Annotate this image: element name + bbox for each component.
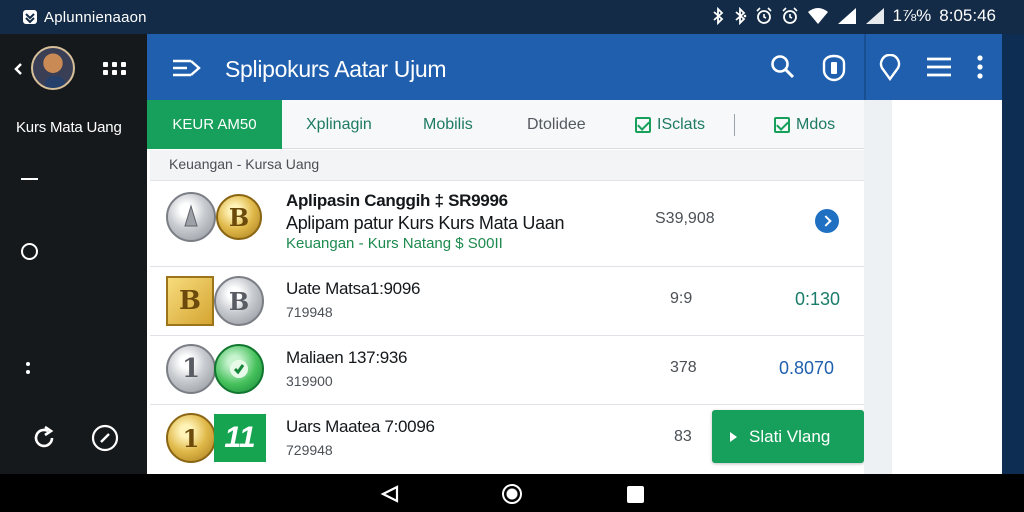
circle-icon[interactable] (21, 243, 38, 260)
dots-icon[interactable] (26, 362, 30, 374)
item-amount: 378 (670, 359, 697, 376)
alarm-icon (781, 7, 798, 24)
dash-icon[interactable] (21, 178, 38, 180)
main-content: KEUR AM50 Xplinagin Mobilis Dtolidee ISc… (147, 100, 864, 474)
breadcrumb: Keuangan - Kursa Uang (150, 150, 864, 181)
item-subtitle: Aplipam patur Kurs Kurs Mata Uaan (286, 213, 565, 233)
tab-label: KEUR AM50 (172, 116, 257, 133)
primary-action-button[interactable]: Slati Vlang (712, 410, 864, 463)
item-code: 719948 (286, 304, 333, 320)
search-icon[interactable] (770, 54, 796, 80)
left-panel: Kurs Mata Uang (0, 34, 147, 474)
status-app-title: Aplunnienaaon (44, 9, 147, 26)
location-pin-icon[interactable] (878, 54, 902, 82)
item-title: Aplipasin Canggih ‡ SR9996 (286, 191, 508, 210)
tab-label: Mdos (796, 115, 836, 133)
more-vert-icon[interactable] (976, 55, 984, 79)
list-item[interactable]: B Aplipasin Canggih ‡ SR9996 Aplipam pat… (150, 181, 864, 267)
tab-dtolidee[interactable]: Dtolidee (527, 100, 586, 149)
grid-icon[interactable] (103, 62, 126, 76)
nav-home-icon[interactable] (502, 484, 522, 504)
menu-arrow-icon[interactable] (171, 56, 201, 80)
app-icon (23, 10, 37, 24)
signal-icon (837, 8, 856, 24)
clock: 8:05:46 (939, 6, 996, 25)
bluetooth-icon (712, 7, 723, 25)
item-rate: 0.8070 (779, 358, 835, 378)
wifi-icon (807, 8, 828, 24)
status-bar: Aplunnienaaon 1⅞% 8:05:46 (0, 0, 1024, 34)
tab-xplinagin[interactable]: Xplinagin (306, 100, 372, 149)
signal-icon (865, 8, 884, 24)
item-amount: 9:9 (670, 290, 693, 307)
nav-back-icon[interactable] (380, 485, 400, 503)
item-amount: S39,908 (655, 210, 715, 227)
tab-mobilis[interactable]: Mobilis (423, 100, 473, 149)
compass-icon[interactable] (91, 424, 119, 452)
tab-label: ISclats (657, 115, 706, 133)
app-bar-divider (864, 34, 866, 100)
tab-bar: KEUR AM50 Xplinagin Mobilis Dtolidee ISc… (147, 100, 864, 149)
gold-bill-icon: B (166, 276, 214, 326)
app-bar-title: Splipokurs Aatar Ujum (225, 56, 447, 82)
item-title: Uars Maatea 7:0096 (286, 417, 435, 436)
hamburger-menu-icon[interactable] (926, 56, 952, 78)
battery-level: 1⅞% (892, 6, 932, 25)
app-bar: Splipokurs Aatar Ujum (147, 34, 1002, 100)
list-item[interactable]: 1 Maliaen 137:936 319900 378 0.8070 (150, 336, 864, 405)
gold-coin-icon: B (216, 194, 262, 240)
chevron-right-icon[interactable] (815, 209, 839, 233)
bluetooth-alt-icon (734, 7, 746, 25)
item-amount: 83 (674, 428, 692, 445)
silver-coin-icon (166, 192, 216, 242)
item-category: Keuangan - Kurs Natang $ S00II (286, 235, 503, 252)
right-panel (892, 100, 1002, 474)
avatar[interactable] (31, 46, 75, 90)
item-title: Uate Matsa1:9096 (286, 279, 421, 298)
left-panel-title: Kurs Mata Uang (16, 119, 122, 136)
list-item[interactable]: B B Uate Matsa1:9096 719948 9:9 0:130 (150, 267, 864, 336)
nav-recents-icon[interactable] (627, 486, 644, 503)
alarm-icon (755, 7, 772, 24)
silver-coin-icon: 1 (166, 344, 216, 394)
tab-mdos[interactable]: Mdos (774, 100, 835, 149)
tab-keur-am50[interactable]: KEUR AM50 (147, 100, 282, 149)
tab-divider (734, 114, 735, 136)
item-code: 319900 (286, 373, 333, 389)
item-rate: 0:130 (795, 289, 841, 309)
gold-coin-icon: 1 (166, 413, 216, 463)
screen: Aplunnienaaon 1⅞% 8:05:46 Kurs Mata Uang (0, 0, 1024, 512)
item-code: 729948 (286, 442, 333, 458)
tab-label: Mobilis (423, 115, 473, 133)
checkbox-icon[interactable] (635, 116, 651, 133)
silver-coin-icon: B (214, 276, 264, 326)
tab-isclats[interactable]: ISclats (635, 100, 705, 149)
right-edge (1002, 34, 1024, 474)
play-icon (730, 431, 737, 442)
back-icon[interactable] (12, 62, 26, 76)
system-icons: 1⅞% 8:05:46 (711, 6, 996, 26)
right-gutter (864, 100, 892, 474)
navigation-bar (0, 474, 1024, 512)
refresh-icon[interactable] (30, 424, 58, 452)
green-bill-icon: 11 (214, 414, 266, 462)
tab-label: Xplinagin (306, 115, 372, 133)
tab-label: Dtolidee (527, 115, 586, 133)
green-coin-icon (214, 344, 264, 394)
checkbox-icon[interactable] (774, 116, 790, 133)
item-title: Maliaen 137:936 (286, 348, 408, 367)
cta-label: Slati Vlang (749, 426, 831, 446)
shield-icon[interactable] (821, 54, 847, 82)
